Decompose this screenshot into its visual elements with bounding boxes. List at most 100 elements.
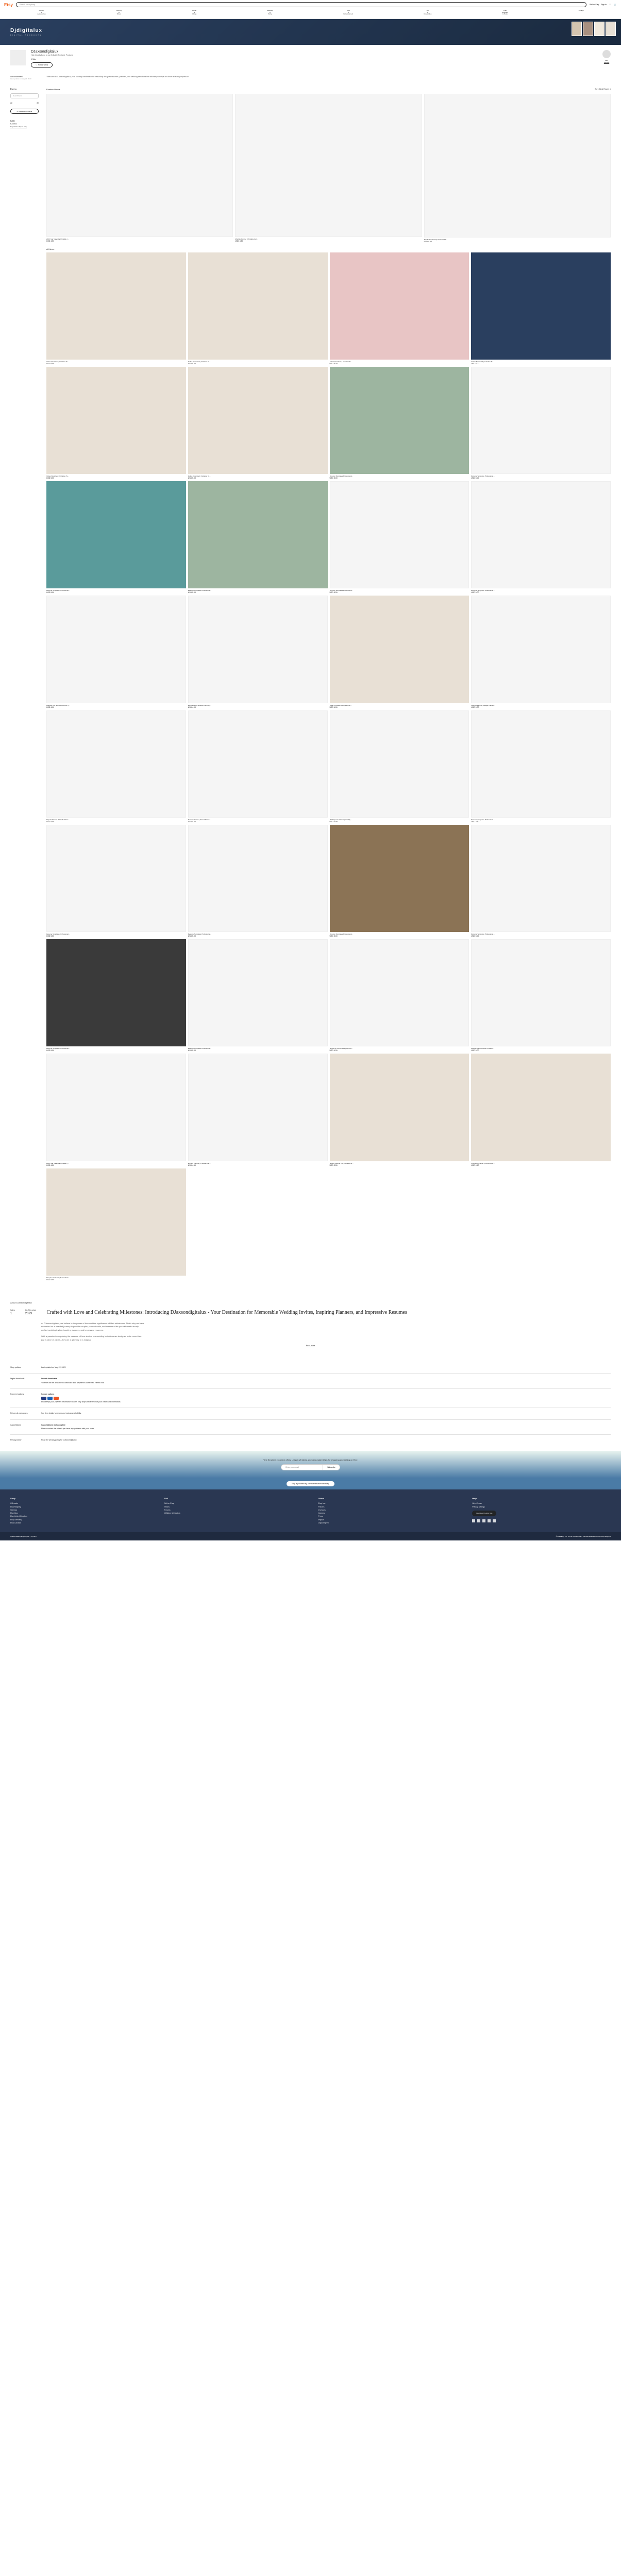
item-card[interactable]: Invites Download | Invitation Te...USD 5…: [330, 252, 469, 365]
item-image: [46, 596, 186, 703]
pinterest-icon[interactable]: [482, 1519, 485, 1522]
item-card[interactable]: Itinerary Planner, Travel Planne...USD 4…: [188, 710, 328, 823]
item-price: USD 3.50: [330, 1164, 469, 1166]
category-all[interactable]: All 30: [10, 100, 39, 106]
youtube-icon[interactable]: [493, 1519, 496, 1522]
item-card[interactable]: Simple Functional | Personal Da...USD 4.…: [471, 1054, 611, 1166]
facebook-icon[interactable]: [477, 1519, 480, 1522]
item-card[interactable]: Invites Download | Invitation Te...USD 5…: [46, 252, 186, 365]
item-card[interactable]: Invites Download | Invitation Te...USD 5…: [188, 367, 328, 479]
item-image: [471, 710, 611, 818]
item-price: USD 5.00: [46, 363, 186, 365]
item-price: USD 5.00: [471, 1049, 611, 1052]
banner-image: [594, 22, 605, 36]
item-image: [471, 481, 611, 588]
shop-sales-count: 1 Sale: [31, 58, 597, 60]
item-card[interactable]: Invites Download | Invitation Te...USD 5…: [46, 367, 186, 479]
contact-link[interactable]: Contact: [602, 61, 611, 63]
footer-locale[interactable]: United States | English (US) | $ (USD): [10, 1535, 37, 1537]
item-card[interactable]: Project Planner, Printable Plann...USD 4…: [46, 710, 186, 823]
sort-dropdown[interactable]: Sort: Most Recent ▾: [595, 88, 611, 90]
nav-category[interactable]: Art&Collectibles: [424, 10, 431, 15]
item-card[interactable]: Monthly Planner | Printable Cal...USD 4.…: [188, 1054, 328, 1166]
since-stat-value: 2023: [25, 1312, 37, 1317]
nav-category[interactable]: Home&Living: [192, 10, 196, 15]
item-card[interactable]: Simple Functional | Personal Da...USD 4.…: [46, 1168, 186, 1281]
item-card[interactable]: Invites Download | Invitation Te...USD 5…: [471, 252, 611, 365]
contact-owner-button[interactable]: ✉ Contact shop owner: [10, 109, 39, 114]
footer-legal: © 2023 Etsy, Inc. Terms of Use Privacy I…: [556, 1535, 611, 1537]
nav-category[interactable]: Wedding&Party: [267, 10, 273, 15]
follow-shop-button[interactable]: ♡ Follow shop: [31, 62, 53, 67]
nav-category[interactable]: Jewelry&Accessories: [37, 10, 45, 15]
item-card[interactable]: Resume Templates Professional...USD 5.00: [46, 481, 186, 594]
item-card[interactable]: Wheel Of Life Printable| Life Pla...USD …: [330, 939, 469, 1052]
item-price: USD 4.50: [471, 1164, 611, 1166]
item-card[interactable]: Resume Templates Professional...USD 5.00: [471, 367, 611, 479]
sell-on-etsy-link[interactable]: Sell on Etsy: [590, 4, 599, 6]
download-app-button[interactable]: Download the Etsy App: [472, 1511, 496, 1516]
featured-item[interactable]: 2023 Year Calendar Printable | ...USD 4.…: [46, 94, 233, 243]
featured-item[interactable]: Simple Functional | Personal Da...USD 4.…: [424, 94, 611, 243]
item-price: USD 5.00: [188, 935, 328, 937]
sign-in-button[interactable]: Sign in: [601, 4, 607, 6]
twitter-icon[interactable]: [488, 1519, 491, 1522]
sidebar-link[interactable]: Report this shop to Etsy: [10, 125, 39, 128]
footer-link[interactable]: Etsy Canada: [10, 1521, 149, 1524]
etsy-logo[interactable]: Etsy: [4, 3, 13, 7]
item-card[interactable]: Monthly Habit Tracker Printable...USD 5.…: [471, 939, 611, 1052]
item-card[interactable]: Resume Templates Professional...USD 5.00: [471, 825, 611, 937]
policy-content: Instant downloadsYour files will be avai…: [41, 1378, 611, 1384]
item-image: [471, 825, 611, 932]
footer-link[interactable]: Legal imprint: [318, 1521, 457, 1524]
item-card[interactable]: 2023 Year Calendar Printable | ...USD 4.…: [46, 1054, 186, 1166]
read-more-link[interactable]: Read more: [10, 1345, 611, 1347]
item-card[interactable]: Savings Planner, Budget Planner...USD 4.…: [471, 596, 611, 708]
item-card[interactable]: Resume Templates Professional...USD 5.00: [46, 939, 186, 1052]
item-card[interactable]: Workout Log, Workout Planner |...USD 4.0…: [188, 596, 328, 708]
item-card[interactable]: Resume Templates Professional...USD 5.00: [471, 481, 611, 594]
subscribe-button[interactable]: Subscribe: [323, 1465, 340, 1470]
item-card[interactable]: Bill Payment Tracker | Monthly ...USD 3.…: [330, 710, 469, 823]
item-card[interactable]: Weekly Planner Pdf | Undated W...USD 3.5…: [330, 1054, 469, 1166]
instagram-icon[interactable]: [472, 1519, 475, 1522]
item-card[interactable]: Resume Templates Professional...USD 5.00: [188, 939, 328, 1052]
announcement-text: "Welcome to DJaxsondigitalux, your one-s…: [46, 76, 189, 80]
item-price: USD 4.50: [424, 241, 611, 243]
owner-avatar[interactable]: [602, 50, 611, 58]
item-card[interactable]: Resume Templates Professional...USD 5.00: [330, 481, 469, 594]
item-image: [188, 939, 328, 1046]
footer-link[interactable]: Affiliates & Creators: [164, 1512, 303, 1515]
item-card[interactable]: Today's Planner, Daily Planner...USD 4.0…: [330, 596, 469, 708]
item-card[interactable]: Resume Templates Professional...USD 5.50: [46, 825, 186, 937]
item-price: USD 5.00: [471, 363, 611, 365]
footer-col-title: About: [318, 1497, 457, 1500]
nav-category[interactable]: Toys&Entertainment: [344, 10, 354, 15]
renewable-badge[interactable]: Etsy is powered by 100% renewable electr…: [287, 1481, 334, 1486]
policy-content: Secure optionsEtsy keeps your payment in…: [41, 1393, 611, 1404]
item-price: USD 4.00: [188, 706, 328, 708]
item-image: [188, 252, 328, 360]
nav-category[interactable]: Clothing&Shoes: [116, 10, 122, 15]
item-image: [188, 481, 328, 588]
policy-label: Digital downloads: [10, 1378, 41, 1384]
item-card[interactable]: Resume Templates Professional...USD 5.00: [188, 481, 328, 594]
item-price: USD 5.00: [330, 591, 469, 594]
announcement-updated: Last updated on May 22, 2023: [10, 78, 41, 80]
item-card[interactable]: Invites Download | Invitation Te...USD 5…: [188, 252, 328, 365]
footer-link[interactable]: Privacy settings: [472, 1505, 611, 1509]
nav-category[interactable]: Vintage: [578, 10, 583, 15]
item-card[interactable]: Resume Templates Professional...USD 5.00: [330, 825, 469, 937]
item-card[interactable]: Resume Templates Professional...USD 5.00: [330, 367, 469, 479]
email-input[interactable]: [281, 1465, 323, 1470]
item-card[interactable]: Workout Log, Workout Planner |...USD 4.0…: [46, 596, 186, 708]
search-items-input[interactable]: [10, 93, 39, 98]
favorites-icon[interactable]: ♡: [609, 3, 612, 6]
item-card[interactable]: Resume Templates Professional...USD 3.50: [471, 710, 611, 823]
item-price: USD 5.00: [46, 591, 186, 594]
item-card[interactable]: Resume Templates Professional...USD 5.00: [188, 825, 328, 937]
search-input[interactable]: Search for anything: [16, 2, 586, 7]
featured-item[interactable]: Monthly Planner | Printable Cal...USD 4.…: [235, 94, 422, 243]
cart-icon[interactable]: 🛒: [614, 3, 617, 6]
nav-category[interactable]: CraftSupplies& Tools: [502, 10, 508, 15]
